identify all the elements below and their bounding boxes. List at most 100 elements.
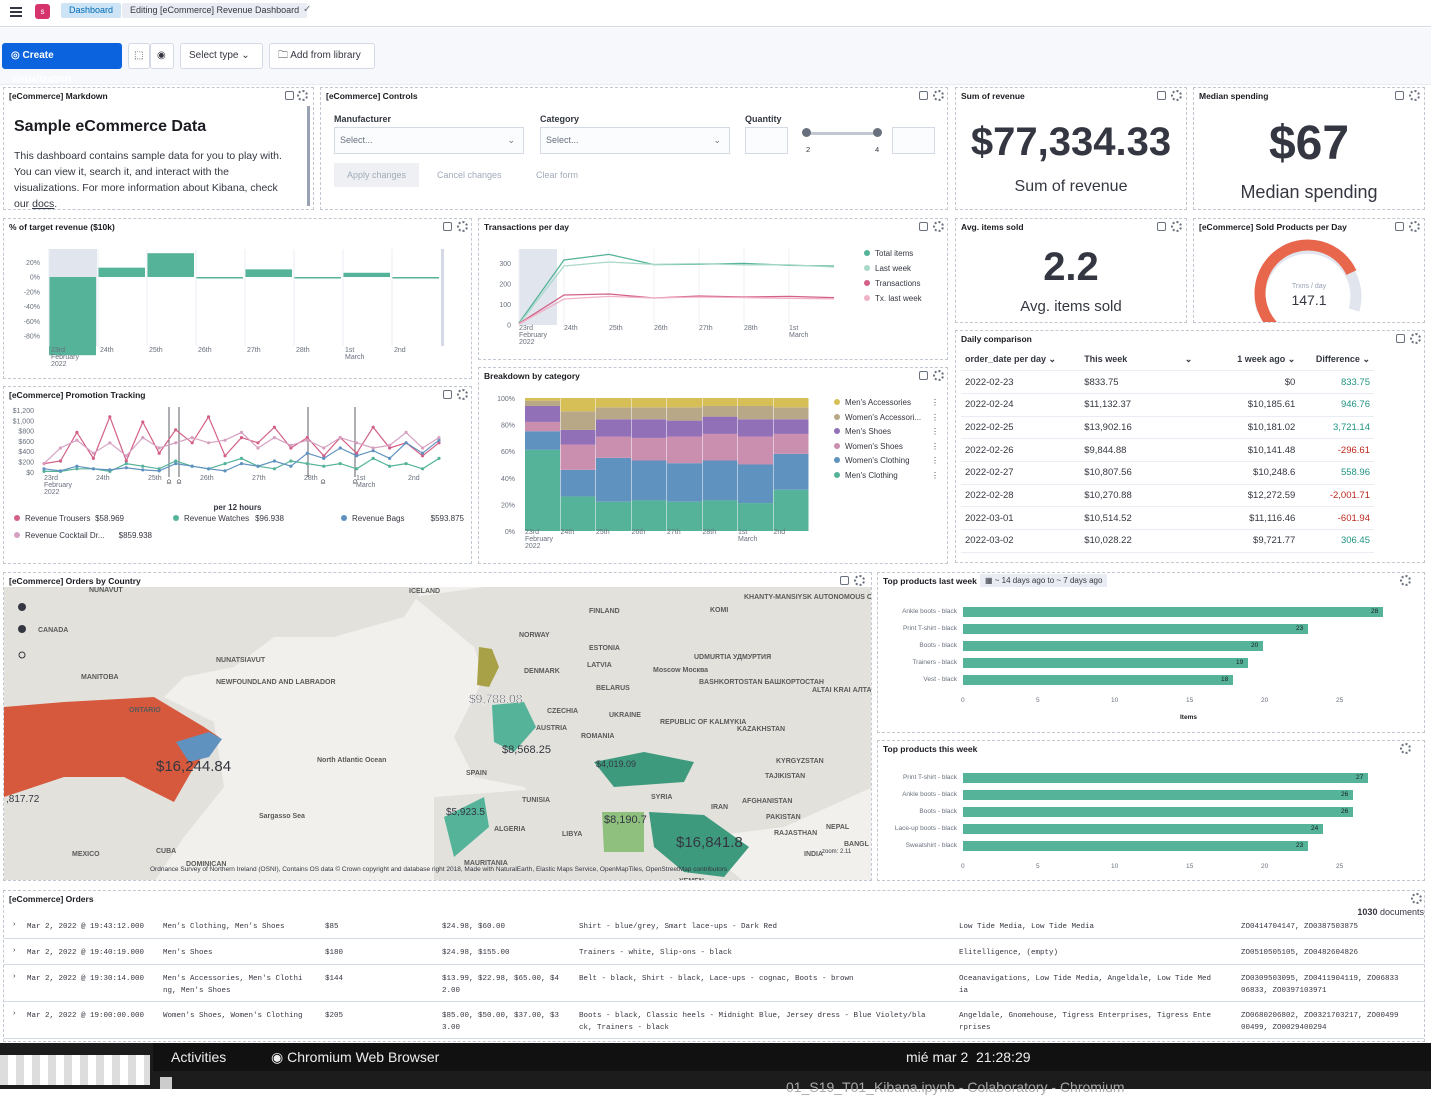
column-header[interactable]: This week ⌄ bbox=[1080, 348, 1220, 372]
expand-icon[interactable]: › bbox=[12, 947, 17, 955]
range-max-handle[interactable] bbox=[873, 128, 882, 137]
apply-changes-button[interactable]: Apply changes bbox=[334, 163, 419, 187]
quantity-range-track[interactable] bbox=[806, 132, 878, 135]
bar[interactable] bbox=[963, 773, 1368, 783]
bar[interactable] bbox=[963, 641, 1263, 651]
legend-item[interactable]: Revenue Trousers bbox=[14, 514, 90, 523]
legend-item[interactable]: Transactions bbox=[864, 279, 921, 288]
category-select[interactable]: Select... ⌄ bbox=[540, 127, 730, 154]
zoom-in-icon[interactable] bbox=[18, 603, 26, 611]
panel-options-icon[interactable] bbox=[285, 91, 294, 100]
table-row[interactable]: › Mar 2, 2022 @ 19:43:12.000 Men's Clothin… bbox=[4, 913, 1424, 939]
menu-icon[interactable] bbox=[10, 7, 22, 17]
create-visualization-button[interactable]: ◎ Create visualization bbox=[2, 43, 122, 85]
legend-item[interactable]: Men's Shoes ⋮ bbox=[834, 427, 939, 436]
gear-icon[interactable] bbox=[1171, 90, 1182, 101]
data-point bbox=[388, 443, 392, 447]
bar[interactable] bbox=[963, 824, 1323, 834]
docs-link[interactable]: docs bbox=[32, 198, 54, 209]
bar[interactable] bbox=[963, 607, 1383, 617]
legend-item[interactable]: Revenue Cocktail Dr... bbox=[14, 531, 105, 540]
panel-options-icon[interactable] bbox=[1157, 222, 1166, 231]
legend-item[interactable]: Men's Clothing ⋮ bbox=[834, 471, 939, 480]
gear-icon[interactable] bbox=[933, 221, 944, 232]
panel-options-icon[interactable] bbox=[919, 91, 928, 100]
stacked-bar-segment bbox=[667, 420, 702, 437]
clear-form-button[interactable]: Clear form bbox=[536, 163, 578, 187]
category-label: Category bbox=[540, 114, 580, 124]
map-place-label: YEMEN bbox=[679, 878, 704, 881]
bar[interactable] bbox=[963, 841, 1308, 851]
column-header[interactable]: Difference ⌄ bbox=[1299, 348, 1374, 372]
legend-item[interactable]: Women's Shoes ⋮ bbox=[834, 442, 939, 451]
bar[interactable] bbox=[963, 790, 1353, 800]
bar[interactable] bbox=[963, 624, 1308, 634]
gear-icon[interactable] bbox=[933, 370, 944, 381]
more-icon[interactable]: ⋮ bbox=[931, 398, 939, 407]
zoom-out-icon[interactable] bbox=[18, 625, 26, 633]
clock[interactable]: mié mar 2 21:28:29 bbox=[906, 1049, 1031, 1065]
bar-value: 23 bbox=[1296, 842, 1304, 849]
gear-icon[interactable] bbox=[933, 90, 944, 101]
expand-icon[interactable]: › bbox=[12, 973, 17, 981]
expand-icon[interactable]: › bbox=[12, 921, 17, 929]
panel-options-icon[interactable] bbox=[840, 576, 849, 585]
quantity-max-input[interactable] bbox=[892, 127, 935, 154]
expand-icon[interactable]: › bbox=[12, 1010, 17, 1018]
more-icon[interactable]: ⋮ bbox=[931, 471, 939, 480]
gear-icon[interactable] bbox=[297, 90, 308, 101]
range-min-handle[interactable] bbox=[802, 128, 811, 137]
panel-options-icon[interactable] bbox=[919, 371, 928, 380]
scrollbar[interactable] bbox=[307, 106, 310, 206]
legend-item[interactable]: Revenue Watches bbox=[173, 514, 249, 523]
panel-options-icon[interactable] bbox=[443, 390, 452, 399]
controls-icon[interactable]: ◉ bbox=[150, 43, 174, 69]
legend-item[interactable]: Women's Accessori... ⋮ bbox=[834, 413, 939, 422]
breadcrumb-dashboard[interactable]: Dashboard bbox=[61, 3, 122, 18]
bar[interactable] bbox=[963, 658, 1248, 668]
bar[interactable] bbox=[963, 807, 1353, 817]
gear-icon[interactable] bbox=[854, 575, 865, 586]
select-type-button[interactable]: Select type ⌄ bbox=[180, 43, 263, 69]
cancel-changes-button[interactable]: Cancel changes bbox=[437, 163, 502, 187]
panel-options-icon[interactable] bbox=[919, 222, 928, 231]
legend-item[interactable]: Total items bbox=[864, 249, 913, 258]
legend-item[interactable]: Women's Clothing ⋮ bbox=[834, 456, 939, 465]
column-header[interactable]: 1 week ago ⌄ bbox=[1219, 348, 1300, 372]
gear-icon[interactable] bbox=[1411, 893, 1422, 904]
column-header[interactable]: order_date per day ⌄ bbox=[961, 348, 1081, 372]
gear-icon[interactable] bbox=[1409, 221, 1420, 232]
panel-options-icon[interactable] bbox=[443, 222, 452, 231]
gear-icon[interactable] bbox=[1171, 221, 1182, 232]
panel-options-icon[interactable] bbox=[1396, 334, 1405, 343]
legend-item[interactable]: Last week bbox=[864, 264, 911, 273]
panel-options-icon[interactable] bbox=[1395, 91, 1404, 100]
table-row[interactable]: › Mar 2, 2022 @ 19:30:14.000 Men's Accesso… bbox=[4, 965, 1424, 1002]
legend-item[interactable]: Revenue Bags bbox=[341, 514, 404, 523]
panel-options-icon[interactable] bbox=[1157, 91, 1166, 100]
table-cell: ZO0414704147, ZO0387503875 bbox=[1241, 923, 1359, 931]
quantity-min-input[interactable] bbox=[745, 127, 788, 154]
shapes-icon[interactable]: ⬚ bbox=[128, 43, 150, 69]
activities-button[interactable]: Activities bbox=[171, 1049, 226, 1065]
table-row[interactable]: › Mar 2, 2022 @ 19:00:00.000 Women's Shoes… bbox=[4, 1002, 1424, 1039]
space-avatar[interactable]: s bbox=[35, 4, 50, 19]
cell-week-ago: $10,141.48 bbox=[1219, 438, 1300, 462]
gear-icon[interactable] bbox=[1410, 333, 1421, 344]
gear-icon[interactable] bbox=[1409, 90, 1420, 101]
legend-item[interactable]: Tx. last week bbox=[864, 294, 922, 303]
gear-icon[interactable] bbox=[457, 221, 468, 232]
more-icon[interactable]: ⋮ bbox=[931, 413, 939, 422]
more-icon[interactable]: ⋮ bbox=[931, 442, 939, 451]
world-map[interactable]: $9,788.08 $8,568.25 $16,244.84 $4,019.09… bbox=[4, 587, 872, 881]
add-from-library-button[interactable]: 🗀 Add from library bbox=[269, 43, 375, 69]
legend-item[interactable]: Men's Accessories ⋮ bbox=[834, 398, 939, 407]
more-icon[interactable]: ⋮ bbox=[931, 427, 939, 436]
table-row[interactable]: › Mar 2, 2022 @ 19:40:19.000 Men's Shoes $1… bbox=[4, 939, 1424, 965]
app-menu[interactable]: ◉ Chromium Web Browser bbox=[271, 1049, 439, 1066]
bar[interactable] bbox=[963, 675, 1233, 685]
more-icon[interactable]: ⋮ bbox=[931, 456, 939, 465]
gear-icon[interactable] bbox=[457, 389, 468, 400]
manufacturer-select[interactable]: Select... ⌄ bbox=[334, 127, 524, 154]
panel-options-icon[interactable] bbox=[1395, 222, 1404, 231]
